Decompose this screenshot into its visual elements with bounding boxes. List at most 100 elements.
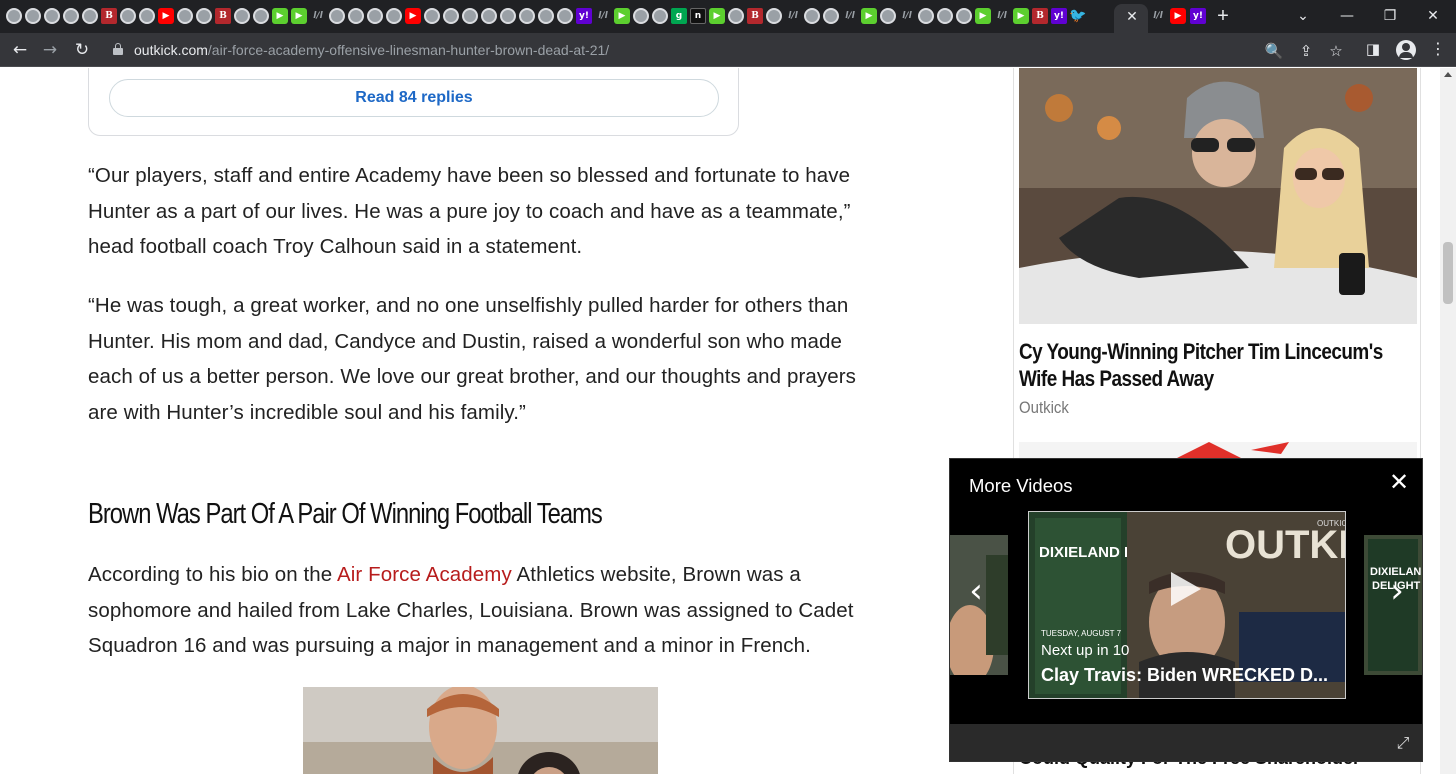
tab-favicon-icon[interactable]: y! bbox=[576, 8, 592, 24]
next-video-card[interactable]: DIXIELAND DELIGHT TUESDAY, AUGUST 7 OUTK… bbox=[1028, 511, 1346, 699]
promo-source: Outkick bbox=[1019, 398, 1069, 417]
tab-favicon-icon[interactable]: g bbox=[671, 8, 687, 24]
tab-favicon-icon[interactable] bbox=[462, 8, 478, 24]
tab-search-chevron-icon[interactable]: ⌄ bbox=[1292, 5, 1314, 27]
tab-favicon-icon[interactable]: 🐦 bbox=[1069, 8, 1086, 24]
tab-favicon-icon[interactable]: ▶ bbox=[614, 8, 630, 24]
tab-favicon-icon[interactable] bbox=[956, 8, 972, 24]
tab-favicon-icon[interactable]: B bbox=[215, 8, 231, 24]
tab-favicon-icon[interactable] bbox=[44, 8, 60, 24]
tab-favicon-icon[interactable] bbox=[728, 8, 744, 24]
close-tab-icon[interactable]: ✕ bbox=[1124, 6, 1140, 26]
share-icon[interactable]: ⇪ bbox=[1296, 41, 1316, 61]
tab-favicon-icon[interactable] bbox=[481, 8, 497, 24]
thumb-date: TUESDAY, AUGUST 7 bbox=[1041, 629, 1122, 638]
promo-image[interactable] bbox=[1019, 68, 1417, 324]
tab-favicon-icon[interactable]: ▶ bbox=[291, 8, 307, 24]
scroll-up-arrow-icon[interactable] bbox=[1444, 72, 1452, 77]
minimize-button[interactable]: — bbox=[1336, 5, 1358, 27]
air-force-academy-link[interactable]: Air Force Academy bbox=[337, 563, 512, 586]
profile-avatar[interactable] bbox=[1396, 40, 1416, 60]
tab-favicon-icon[interactable]: y! bbox=[1051, 8, 1067, 24]
tab-favicon-icon[interactable] bbox=[424, 8, 440, 24]
tab-favicon-icon[interactable] bbox=[500, 8, 516, 24]
new-tab-button[interactable]: + bbox=[1211, 4, 1235, 28]
tab-favicon-icon[interactable]: l/l bbox=[899, 8, 915, 24]
more-videos-player[interactable]: More Videos ✕ DIXIELAND DELIGHT ‹ › DIXI… bbox=[949, 458, 1423, 762]
url-path: /air-force-academy-offensive-linesman-hu… bbox=[207, 42, 610, 58]
tab-favicon-icon[interactable]: ▶ bbox=[975, 8, 991, 24]
bookmark-star-icon[interactable]: ☆ bbox=[1326, 41, 1346, 61]
tab-favicon-icon[interactable]: B bbox=[101, 8, 117, 24]
lock-icon[interactable] bbox=[113, 43, 123, 55]
tab-favicon-icon[interactable]: l/l bbox=[595, 8, 611, 24]
tab-favicon-icon[interactable]: ▶ bbox=[1170, 8, 1186, 24]
tab-favicon-icon[interactable]: B bbox=[747, 8, 763, 24]
tab-favicon-icon[interactable] bbox=[823, 8, 839, 24]
page-scrollbar[interactable] bbox=[1440, 68, 1456, 774]
tab-favicon-icon[interactable] bbox=[918, 8, 934, 24]
text-line: “Our players, staff and entire Academy h… bbox=[88, 164, 851, 187]
tab-favicon-icon[interactable] bbox=[25, 8, 41, 24]
tab-favicon-icon[interactable]: ▶ bbox=[1013, 8, 1029, 24]
tab-favicon-icon[interactable]: ▶ bbox=[709, 8, 725, 24]
scrollbar-thumb[interactable] bbox=[1443, 242, 1453, 304]
tab-favicon-icon[interactable]: n bbox=[690, 8, 706, 24]
maximize-button[interactable]: ❐ bbox=[1379, 5, 1401, 27]
article-photo bbox=[303, 687, 658, 774]
close-window-button[interactable]: ✕ bbox=[1422, 5, 1444, 27]
tab-favicon-icon[interactable] bbox=[937, 8, 953, 24]
zoom-icon[interactable]: 🔍 bbox=[1264, 41, 1284, 61]
tab-favicon-icon[interactable]: ▶ bbox=[158, 8, 174, 24]
tab-favicon-icon[interactable] bbox=[652, 8, 668, 24]
tab-favicon-icon[interactable]: l/l bbox=[842, 8, 858, 24]
tab-favicon-icon[interactable]: l/l bbox=[994, 8, 1010, 24]
tab-favicon-icon[interactable] bbox=[177, 8, 193, 24]
tab-favicon-icon[interactable] bbox=[766, 8, 782, 24]
tab-favicon-icon[interactable]: l/l bbox=[1150, 8, 1166, 24]
tab-favicon-icon[interactable] bbox=[633, 8, 649, 24]
tab-favicon-icon[interactable] bbox=[557, 8, 573, 24]
tab-favicon-icon[interactable] bbox=[443, 8, 459, 24]
reload-button[interactable]: ↻ bbox=[70, 38, 94, 62]
url-text[interactable]: outkick.com/air-force-academy-offensive-… bbox=[134, 42, 609, 58]
forward-button[interactable]: → bbox=[38, 38, 62, 62]
tab-favicon-icon[interactable]: ▶ bbox=[861, 8, 877, 24]
expand-icon[interactable]: ⤢ bbox=[1392, 732, 1414, 754]
tab-favicon-icon[interactable] bbox=[386, 8, 402, 24]
tab-favicon-icon[interactable]: y! bbox=[1190, 8, 1206, 24]
read-replies-button[interactable]: Read 84 replies bbox=[109, 79, 719, 117]
menu-kebab-icon[interactable]: ⋮ bbox=[1428, 39, 1448, 59]
tab-favicon-icon[interactable] bbox=[234, 8, 250, 24]
address-bar[interactable]: outkick.com/air-force-academy-offensive-… bbox=[104, 36, 1354, 64]
next-video-title[interactable]: Clay Travis: Biden WRECKED D... bbox=[1041, 665, 1328, 686]
tab-favicon-icon[interactable]: B bbox=[1032, 8, 1048, 24]
text-span: Athletics website, Brown was a bbox=[511, 563, 801, 586]
tab-favicon-icon[interactable] bbox=[6, 8, 22, 24]
tab-favicon-icon[interactable]: l/l bbox=[785, 8, 801, 24]
tab-favicon-icon[interactable] bbox=[538, 8, 554, 24]
tab-favicon-icon[interactable] bbox=[139, 8, 155, 24]
tab-favicon-icon[interactable] bbox=[120, 8, 136, 24]
tab-favicon-icon[interactable]: l/l bbox=[310, 8, 326, 24]
tab-favicon-icon[interactable] bbox=[348, 8, 364, 24]
tab-favicon-icon[interactable] bbox=[196, 8, 212, 24]
play-icon[interactable] bbox=[1171, 572, 1201, 606]
tab-favicon-icon[interactable] bbox=[329, 8, 345, 24]
tab-favicon-icon[interactable] bbox=[519, 8, 535, 24]
prev-arrow-icon[interactable]: ‹ bbox=[963, 571, 989, 611]
tab-favicon-icon[interactable]: ▶ bbox=[405, 8, 421, 24]
tab-favicon-icon[interactable] bbox=[880, 8, 896, 24]
tab-favicon-icon[interactable] bbox=[367, 8, 383, 24]
tab-favicon-icon[interactable]: ▶ bbox=[272, 8, 288, 24]
tab-favicon-icon[interactable] bbox=[804, 8, 820, 24]
close-video-button[interactable]: ✕ bbox=[1386, 469, 1412, 495]
tab-favicon-icon[interactable] bbox=[253, 8, 269, 24]
promo-title-link[interactable]: Cy Young-Winning Pitcher Tim Lincecum's … bbox=[1019, 338, 1406, 392]
side-panel-icon[interactable]: ◨ bbox=[1363, 39, 1383, 59]
tab-favicon-icon[interactable] bbox=[82, 8, 98, 24]
next-arrow-icon[interactable]: › bbox=[1384, 571, 1410, 611]
back-button[interactable]: ← bbox=[8, 38, 32, 62]
tab-favicon-icon[interactable] bbox=[63, 8, 79, 24]
text-line: Hunter as a part of our lives. He was a … bbox=[88, 199, 851, 223]
